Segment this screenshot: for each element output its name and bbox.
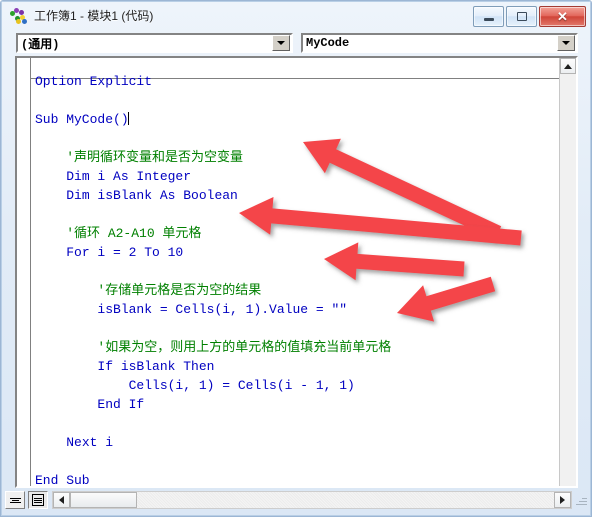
full-module-view-icon [32, 494, 44, 506]
window-title: 工作簿1 - 模块1 (代码) [34, 9, 154, 23]
full-module-view-button[interactable] [28, 491, 48, 509]
procedure-view-button[interactable] [5, 491, 25, 509]
object-dropdown-value: (通用) [21, 37, 60, 52]
window-vertical-scroll-strip[interactable] [578, 56, 590, 488]
procedure-dropdown[interactable]: MyCode [301, 33, 578, 53]
scroll-up-button[interactable] [560, 58, 576, 74]
title-bar[interactable]: 工作簿1 - 模块1 (代码) ✕ [2, 2, 590, 29]
vba-project-icon [10, 7, 28, 24]
editor-vertical-scrollbar[interactable] [559, 58, 576, 486]
editor-margin-indicator-bar[interactable] [17, 58, 31, 486]
minimize-button[interactable] [473, 6, 504, 27]
scroll-right-button[interactable] [554, 492, 571, 508]
object-dropdown-chevron-down-icon[interactable] [272, 35, 290, 51]
restore-icon [516, 12, 527, 21]
horizontal-scroll-thumb[interactable] [70, 492, 137, 508]
minimize-icon [483, 18, 494, 21]
text-caret [127, 112, 129, 125]
window-controls: ✕ [473, 6, 586, 27]
code-text-area[interactable]: Option Explicit Sub MyCode() '声明循环变量和是否为… [31, 58, 559, 486]
scroll-left-button[interactable] [53, 492, 70, 508]
code-window-status-bar [2, 490, 590, 510]
code-content[interactable]: Option Explicit Sub MyCode() '声明循环变量和是否为… [35, 72, 391, 486]
horizontal-scroll-track[interactable] [137, 492, 554, 508]
restore-button[interactable] [506, 6, 537, 27]
horizontal-scrollbar[interactable] [52, 491, 572, 509]
procedure-dropdown-value: MyCode [306, 36, 350, 50]
object-dropdown[interactable]: (通用) [16, 33, 293, 53]
close-icon: ✕ [557, 9, 568, 24]
code-editor-pane[interactable]: Option Explicit Sub MyCode() '声明循环变量和是否为… [15, 56, 578, 488]
close-button[interactable]: ✕ [539, 6, 586, 27]
procedure-dropdown-chevron-down-icon[interactable] [557, 35, 575, 51]
code-window-toolbar: (通用) MyCode [2, 30, 590, 55]
vbe-code-window: 工作簿1 - 模块1 (代码) ✕ (通用) MyCode Option Exp… [0, 0, 592, 517]
window-resize-grip[interactable] [574, 493, 588, 507]
